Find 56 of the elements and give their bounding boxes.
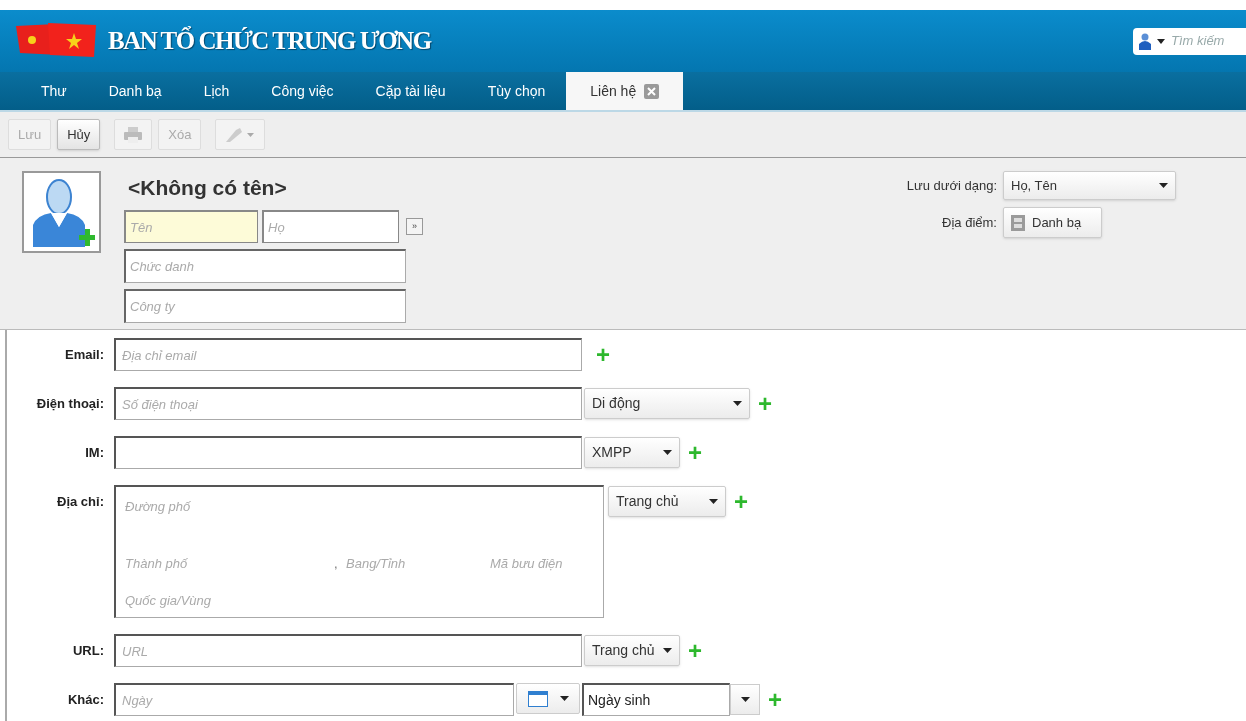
type-field[interactable]: Ngày sinh (582, 683, 730, 716)
caret-icon (663, 450, 672, 455)
caret-icon (663, 648, 672, 653)
tab[interactable]: Liên hệ (566, 72, 684, 110)
address-book-icon (1011, 214, 1025, 231)
job-title-field[interactable]: Chức danh (124, 249, 406, 283)
field-label: Điện thoại: (35, 395, 105, 413)
close-icon[interactable] (644, 83, 660, 99)
file-as-label: Lưu dưới dạng: (906, 176, 997, 195)
type-dropdown[interactable]: Di động (584, 388, 750, 419)
field-label: Địa chỉ: (56, 493, 105, 511)
date-field[interactable]: Ngày (114, 683, 514, 716)
text-field[interactable] (114, 436, 582, 469)
file-as-dropdown[interactable]: Họ, Tên (1003, 171, 1176, 200)
text-field[interactable]: Địa chỉ email (114, 338, 582, 371)
last-name-field[interactable]: Họ (262, 210, 399, 243)
tab[interactable]: Cặp tài liệu (354, 72, 467, 110)
calendar-icon (527, 690, 548, 707)
printer-icon (124, 126, 143, 143)
field-label: URL: (71, 642, 105, 660)
tab[interactable]: Thư (20, 72, 88, 110)
field-label: Khác: (66, 691, 105, 709)
field-label: IM: (84, 444, 105, 462)
text-field[interactable]: URL (114, 634, 582, 667)
caret-icon (733, 401, 742, 406)
type-dropdown[interactable]: Trang chủ (584, 635, 680, 666)
flag-icon (16, 23, 98, 59)
caret-icon (709, 499, 718, 504)
type-dropdown[interactable]: XMPP (584, 437, 680, 468)
site-title: BAN TỔ CHỨC TRUNG ƯƠNG (108, 25, 431, 57)
calendar-button[interactable] (516, 683, 580, 714)
location-label: Địa điểm: (941, 213, 997, 232)
field-label: Email: (64, 346, 105, 364)
search-placeholder: Tìm kiếm (1171, 32, 1225, 51)
company-field[interactable]: Công ty (124, 289, 406, 323)
expand-button[interactable]: » (406, 218, 423, 235)
person-icon (1139, 32, 1151, 50)
caret-icon (247, 132, 255, 137)
tab[interactable]: Công việc (250, 72, 355, 110)
tab[interactable]: Lịch (182, 72, 251, 110)
dropdown-button[interactable] (730, 684, 760, 715)
comma-separator: , (334, 555, 338, 573)
tab[interactable]: Danh bạ (87, 72, 183, 110)
type-dropdown[interactable]: Trang chủ (608, 486, 726, 517)
caret-icon (740, 697, 750, 702)
avatar-box[interactable] (22, 171, 101, 253)
contact-name-heading: <Không có tên> (127, 175, 288, 201)
caret-icon (559, 696, 569, 701)
tab[interactable]: Tùy chọn (466, 72, 567, 110)
first-name-field[interactable]: Tên (124, 210, 258, 243)
text-field[interactable]: Số điện thoại (114, 387, 582, 420)
tag-icon (226, 127, 243, 142)
caret-icon (1157, 38, 1165, 44)
caret-icon (1159, 183, 1168, 188)
cancel-button[interactable]: Hủy (57, 119, 101, 150)
location-button[interactable]: Danh bạ (1003, 207, 1102, 238)
